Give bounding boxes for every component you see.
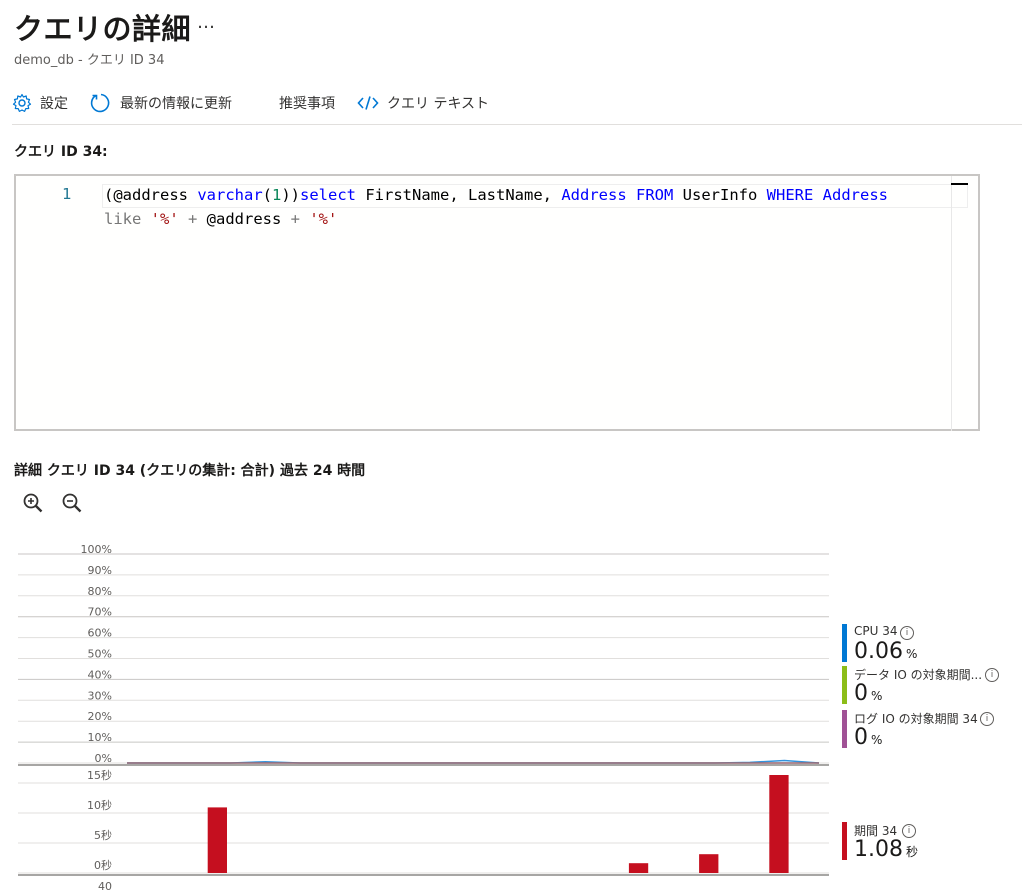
recommendations-button[interactable]: 推奨事項 [279,93,335,113]
page-subtitle: demo_db - クエリ ID 34 [14,53,165,68]
info-icon[interactable]: i [900,626,914,640]
code-string: '%' [309,210,338,228]
legend-value-unit: % [871,689,883,703]
legend-value-number: 0.06 [854,639,903,664]
legend-item[interactable]: ログ IO の対象期間 34 i 0% [842,710,1012,754]
toolbar: 設定 最新の情報に更新 推奨事項 クエリ テキスト [12,88,511,118]
info-icon[interactable]: i [980,712,994,726]
code-token: )) [281,186,301,204]
zoom-out-button[interactable] [61,492,83,518]
code-token: FirstName, LastName, [356,186,562,204]
more-options-button[interactable]: … [197,12,215,33]
toolbar-divider [12,124,1022,125]
duration-bar [207,807,227,873]
code-keyword: varchar [197,186,263,204]
code-keyword: Address [822,186,888,204]
y-tick-label: 50% [88,648,112,661]
query-code[interactable]: (@address varchar(1))select FirstName, L… [104,183,888,231]
gear-icon [12,93,32,112]
legend-value: 1.08 秒 [854,837,918,862]
code-keyword: select [300,186,357,204]
info-icon[interactable]: i [985,668,999,682]
duration-bar [769,775,789,873]
settings-label: 設定 [40,96,68,112]
code-keyword: Address [561,186,627,204]
code-token: UserInfo [673,186,767,204]
code-string: '%' [150,210,179,228]
zoom-in-button[interactable] [22,492,44,518]
legend-value-number: 1.08 [854,837,903,862]
query-text-label: クエリ テキスト [387,96,490,112]
refresh-button[interactable]: 最新の情報に更新 [90,92,232,114]
page-title: クエリの詳細 [14,12,192,46]
y-tick-label: 5秒 [94,828,112,842]
duration-bar [699,854,719,873]
settings-button[interactable]: 設定 [12,93,68,113]
code-keyword: WHERE [766,186,814,204]
y-tick-label: 100% [81,543,112,556]
code-operator: + [178,210,207,228]
y-tick-label: 20% [88,710,112,723]
legend-item[interactable]: CPU 34 i 0.06% [842,624,1012,668]
zoom-in-icon [23,493,43,513]
legend-value: 0% [854,725,882,750]
y-tick-label: 0秒 [94,858,112,872]
y-tick-label: 90% [88,564,112,577]
refresh-label: 最新の情報に更新 [120,96,232,112]
y-tick-label: 80% [88,585,112,598]
duration-bar [628,863,649,873]
info-icon[interactable]: i [902,824,916,838]
legend-value-unit: 秒 [905,845,918,859]
code-number: 1 [272,186,282,204]
y-tick-label: 0% [95,752,112,765]
query-editor[interactable]: 1 (@address varchar(1))select FirstName,… [14,174,980,431]
legend-color-swatch [842,666,847,704]
metrics-chart[interactable]: 100% 90% 80% 70% 60% 50% 40% 30% 20% 10% 0% 15秒 10秒 5… [0,540,840,892]
y-tick-label: 40 [98,880,112,892]
legend-value-number: 0 [854,725,868,750]
legend-color-swatch [842,822,847,860]
y-tick-label: 10秒 [87,798,112,812]
editor-scrollbar-track[interactable] [951,176,952,431]
legend-value: 0% [854,681,882,706]
code-keyword: FROM [636,186,674,204]
code-operator: like [104,210,142,228]
y-tick-label: 15秒 [87,768,112,782]
code-token: ( [262,186,272,204]
details-heading: 詳細 クエリ ID 34 (クエリの集計: 合計) 過去 24 時間 [14,463,366,479]
y-tick-label: 30% [88,689,112,702]
legend-color-swatch [842,624,847,662]
y-tick-label: 40% [88,668,112,681]
code-operator: + [281,210,310,228]
code-icon [357,96,379,110]
legend-item[interactable]: 期間 34 i 1.08 秒 [842,822,1012,866]
overview-ruler-cursor [951,183,968,185]
legend-color-swatch [842,710,847,748]
zoom-out-icon [62,493,82,513]
query-text-button[interactable]: クエリ テキスト [357,93,489,113]
code-token: @address [206,210,282,228]
y-tick-label: 10% [88,731,112,744]
refresh-icon [90,93,110,113]
legend-value-unit: % [905,647,918,661]
line-number: 1 [62,185,72,203]
legend-value: 0.06% [854,639,917,664]
legend-value-number: 0 [854,681,868,706]
recommendations-label: 推奨事項 [279,96,335,112]
code-token: (@address [104,186,198,204]
legend-series-name: CPU 34 [854,624,898,638]
query-id-label: クエリ ID 34: [14,144,108,160]
legend-value-unit: % [871,733,883,747]
legend-item[interactable]: データ IO の対象期間... i 0% [842,666,1012,710]
y-tick-label: 70% [88,606,112,619]
y-tick-label: 60% [88,627,112,640]
